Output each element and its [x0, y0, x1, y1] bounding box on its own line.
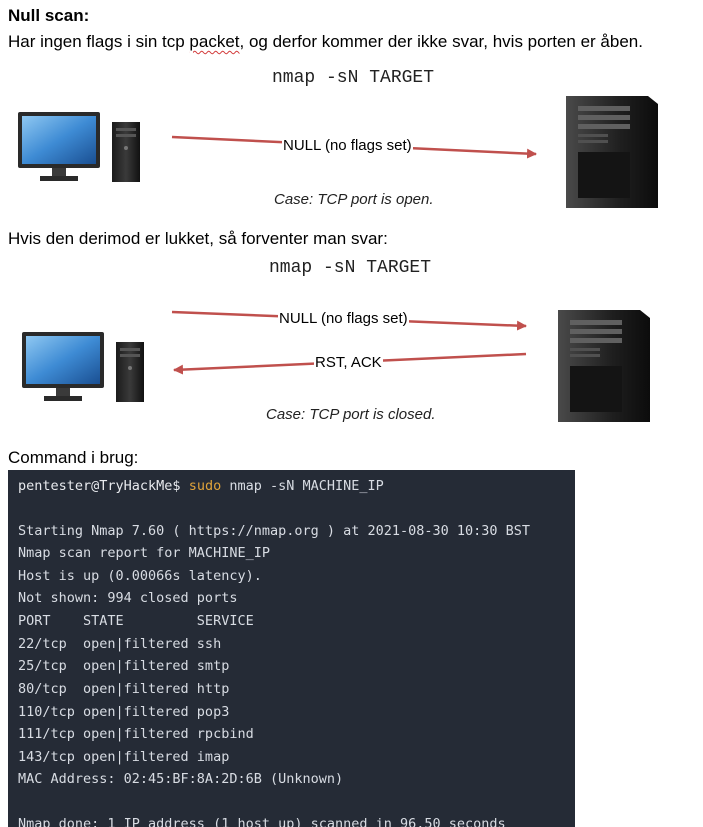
closed-paragraph: Hvis den derimod er lukket, så forventer…: [8, 229, 388, 248]
intro-text-before: Har ingen flags i sin tcp: [8, 32, 190, 51]
spellcheck-word: packet: [189, 32, 240, 51]
terminal-prompt-line: pentester@TryHackMe$ sudo nmap -sN MACHI…: [18, 478, 384, 494]
terminal-output-line: Starting Nmap 7.60 ( https://nmap.org ) …: [18, 523, 531, 539]
terminal-output-line: Not shown: 994 closed ports: [18, 590, 238, 606]
terminal-command: nmap -sN MACHINE_IP: [229, 478, 384, 494]
terminal-output-line: Host is up (0.00066s latency).: [18, 568, 262, 584]
terminal-output-line: 110/tcp open|filtered pop3: [18, 704, 230, 720]
client-computer-icon: [18, 112, 140, 182]
closed-case-caption: Case: TCP port is closed.: [266, 406, 436, 423]
server-tower-icon-2: [558, 310, 650, 422]
server-tower-icon: [566, 96, 658, 208]
terminal-sudo: sudo: [188, 478, 222, 494]
terminal-output-line: Nmap scan report for MACHINE_IP: [18, 545, 270, 561]
terminal-output-line: 111/tcp open|filtered rpcbind: [18, 726, 254, 742]
client-computer-icon-2: [22, 332, 144, 402]
terminal-window: pentester@TryHackMe$ sudo nmap -sN MACHI…: [8, 470, 575, 827]
terminal-output-line: 25/tcp open|filtered smtp: [18, 658, 230, 674]
closed-null-label: NULL (no flags set): [278, 310, 409, 327]
terminal-output-line: Nmap done: 1 IP address (1 host up) scan…: [18, 816, 506, 827]
terminal-prompt: pentester@TryHackMe$: [18, 478, 181, 494]
closed-case-command: nmap -sN TARGET: [269, 258, 432, 278]
terminal-output-line: PORT STATE SERVICE: [18, 613, 254, 629]
section-heading: Null scan:: [8, 6, 90, 25]
command-label: Command i brug:: [8, 448, 139, 467]
terminal-output-line: 143/tcp open|filtered imap: [18, 749, 230, 765]
terminal-output-line: MAC Address: 02:45:BF:8A:2D:6B (Unknown): [18, 771, 344, 787]
rst-ack-label: RST, ACK: [314, 354, 383, 371]
open-case-caption: Case: TCP port is open.: [274, 191, 434, 208]
open-case-command: nmap -sN TARGET: [272, 68, 435, 88]
open-null-label: NULL (no flags set): [282, 137, 413, 154]
terminal-output-line: 22/tcp open|filtered ssh: [18, 636, 222, 652]
terminal-output-line: 80/tcp open|filtered http: [18, 681, 230, 697]
intro-text-after: , og derfor kommer der ikke svar, hvis p…: [239, 32, 643, 51]
intro-paragraph: Har ingen flags i sin tcp packet, og der…: [8, 32, 643, 52]
